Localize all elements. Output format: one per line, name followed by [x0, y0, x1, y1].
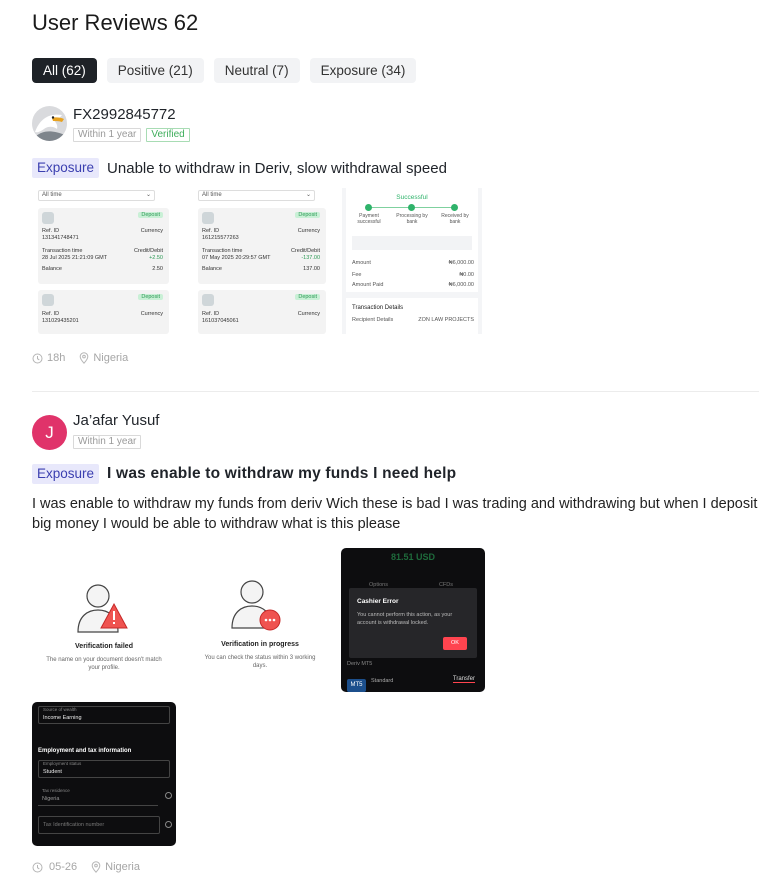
avatar[interactable]: J: [32, 415, 67, 450]
review-divider: [32, 391, 759, 392]
review-location: Nigeria: [105, 861, 140, 873]
clock-icon: [32, 353, 43, 363]
ok-button[interactable]: OK: [443, 637, 467, 650]
filter-tab-all[interactable]: All (62): [32, 58, 97, 83]
verified-badge: Verified: [146, 128, 190, 142]
review-location: Nigeria: [93, 352, 129, 364]
location-pin-icon: [80, 352, 89, 364]
review-card: J Ja’afar Yusuf Within 1 year Exposure I…: [32, 412, 759, 874]
review-time: 05-26: [49, 861, 78, 873]
review-title: I was enable to withdraw my funds I need…: [107, 465, 457, 482]
review-image[interactable]: Source of wealth Income Earning Employme…: [32, 702, 176, 846]
review-image[interactable]: All time ⌄ Deposit Ref. ID 161215577263 C…: [194, 188, 326, 334]
review-image[interactable]: Successful Payment successful Processing…: [342, 188, 482, 334]
verification-progress-icon: [231, 580, 281, 631]
review-body: I was enable to withdraw my funds from d…: [32, 496, 758, 532]
cashier-error-dialog: Cashier Error You cannot perform this ac…: [349, 588, 477, 658]
review-meta: 05-26 Nigeria: [32, 861, 140, 873]
verification-failed-title: Verification failed: [75, 643, 133, 650]
filter-tab-positive[interactable]: Positive (21): [106, 58, 204, 83]
verification-progress-title: Verification in progress: [221, 641, 299, 648]
avatar[interactable]: [32, 106, 67, 141]
review-filter-tabs: All (62) Positive (21) Neutral (7) Expos…: [32, 58, 417, 83]
filter-tab-exposure[interactable]: Exposure (34): [309, 58, 417, 83]
time-filter-select: All time ⌄: [38, 190, 155, 201]
duration-badge: Within 1 year: [73, 128, 142, 142]
review-title: Unable to withdraw in Deriv, slow withdr…: [107, 159, 447, 177]
duration-badge: Within 1 year: [73, 435, 142, 449]
review-image[interactable]: 81.51 USD Options CFDs Cashier Error You…: [341, 548, 485, 692]
filter-tab-neutral[interactable]: Neutral (7): [213, 58, 300, 83]
eagle-avatar-icon: [32, 106, 67, 141]
review-meta: 18h Nigeria: [32, 352, 128, 364]
location-pin-icon: [91, 861, 101, 873]
review-time: 18h: [47, 352, 66, 364]
exposure-tag: Exposure: [32, 158, 100, 178]
review-image[interactable]: Verification failed The name on your doc…: [32, 548, 176, 692]
exposure-tag: Exposure: [32, 464, 100, 484]
verification-progress-desc: You can check the status within 3 workin…: [204, 655, 316, 669]
username[interactable]: FX2992845772: [73, 106, 176, 123]
username[interactable]: Ja’afar Yusuf: [73, 412, 159, 429]
review-card: FX2992845772 Within 1 year Verified Expo…: [32, 106, 759, 368]
review-image[interactable]: All time ⌄ Deposit Ref. ID 131341748471 C…: [34, 188, 172, 334]
time-filter-select: All time ⌄: [198, 190, 315, 201]
verification-failed-desc: The name on your document doesn't match …: [46, 657, 162, 671]
page-title: User Reviews 62: [32, 10, 199, 35]
review-image[interactable]: Verification in progress You can check t…: [192, 548, 328, 692]
clock-icon: [32, 862, 43, 872]
transfer-button[interactable]: Transfer: [452, 676, 475, 683]
